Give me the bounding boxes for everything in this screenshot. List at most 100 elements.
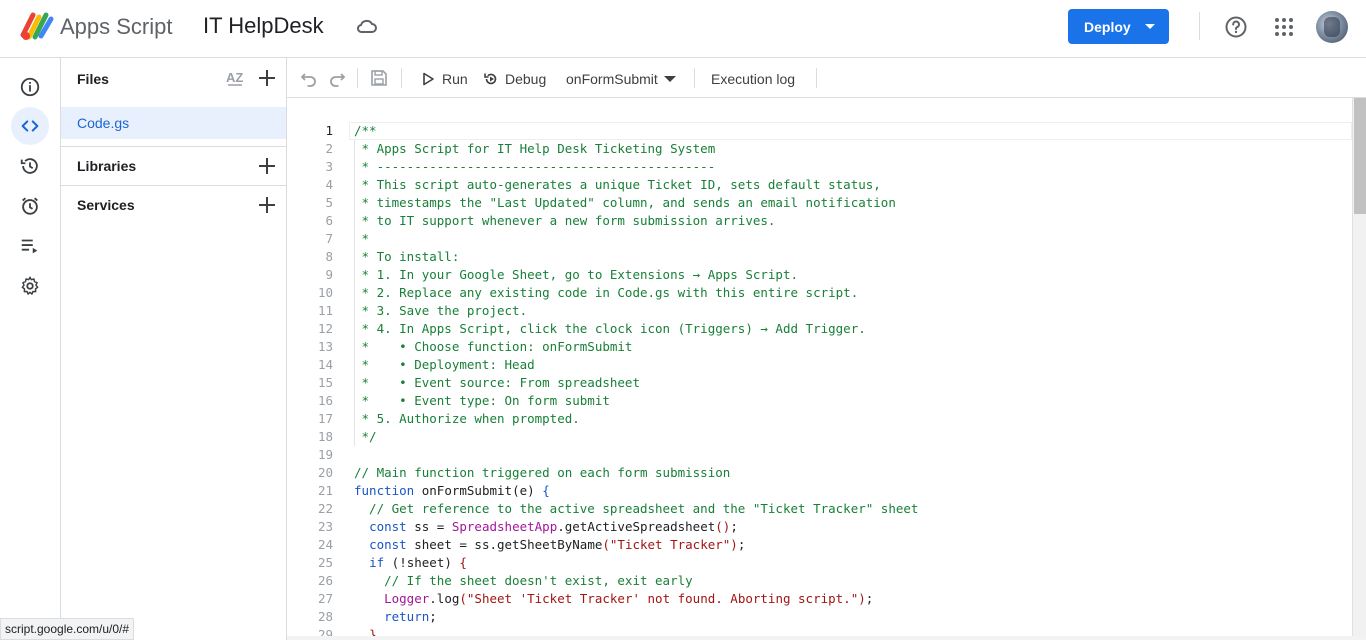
- code-token: SpreadsheetApp: [451, 519, 558, 534]
- code-token: sheet = ss.getSheetByName: [406, 537, 603, 552]
- editor-toolbar: Run Debug onFormSubmit Execution log: [287, 58, 1366, 98]
- code-token: // If the sheet doesn't exist, exit earl…: [354, 573, 693, 588]
- code-token: {: [459, 555, 467, 570]
- code-line[interactable]: * • Event type: On form submit: [354, 392, 1344, 410]
- code-token: * • Deployment: Head: [354, 357, 535, 372]
- top-header: Apps Script IT HelpDesk Deploy: [0, 0, 1366, 58]
- executions-list-icon[interactable]: [11, 227, 49, 265]
- line-number: 7: [325, 231, 333, 246]
- apps-grid-icon[interactable]: [1272, 15, 1296, 39]
- code-line[interactable]: * 1. In your Google Sheet, go to Extensi…: [354, 266, 1344, 284]
- code-token: * --------------------------------------…: [354, 159, 716, 174]
- line-number: 19: [317, 447, 333, 462]
- code-token: {: [542, 483, 550, 498]
- horizontal-scrollbar[interactable]: [287, 636, 1366, 640]
- code-line[interactable]: // If the sheet doesn't exist, exit earl…: [354, 572, 1344, 590]
- code-line[interactable]: * This script auto-generates a unique Ti…: [354, 176, 1344, 194]
- code-line[interactable]: [354, 446, 1344, 464]
- add-service-icon[interactable]: [257, 195, 277, 215]
- undo-icon[interactable]: [299, 68, 319, 88]
- debug-button[interactable]: Debug: [483, 69, 546, 89]
- files-header: Files AZ: [61, 58, 286, 98]
- code-line[interactable]: * Apps Script for IT Help Desk Ticketing…: [354, 140, 1344, 158]
- code-line[interactable]: return;: [354, 608, 1344, 626]
- code-line[interactable]: * • Choose function: onFormSubmit: [354, 338, 1344, 356]
- code-token: ;: [730, 519, 738, 534]
- code-line[interactable]: * 5. Authorize when prompted.: [354, 410, 1344, 428]
- code-line[interactable]: * • Deployment: Head: [354, 356, 1344, 374]
- avatar[interactable]: [1316, 11, 1348, 43]
- line-number: 6: [325, 213, 333, 228]
- line-number: 3: [325, 159, 333, 174]
- code-token: (: [384, 555, 400, 570]
- editor-code-icon[interactable]: [11, 107, 49, 145]
- project-name[interactable]: IT HelpDesk: [203, 13, 324, 39]
- line-number: 2: [325, 141, 333, 156]
- vertical-scrollbar[interactable]: [1352, 98, 1366, 640]
- line-number: 15: [317, 375, 333, 390]
- line-number: 24: [317, 537, 333, 552]
- line-number: 12: [317, 321, 333, 336]
- overview-info-icon[interactable]: [11, 68, 49, 106]
- history-icon[interactable]: [11, 147, 49, 185]
- sort-az-icon[interactable]: AZ: [225, 68, 245, 88]
- code-editor[interactable]: 1 2 3 4 5 6 7 8 9 10 11 12 13 14 15 16 17 18 19 20 21 22 23 24 2…: [287, 98, 1366, 640]
- save-icon[interactable]: [369, 68, 389, 88]
- line-number: 27: [317, 591, 333, 606]
- chevron-down-icon[interactable]: [1145, 24, 1155, 29]
- code-token: ;: [865, 591, 874, 606]
- code-line[interactable]: * 4. In Apps Script, click the clock ico…: [354, 320, 1344, 338]
- code-line[interactable]: *: [354, 230, 1344, 248]
- scrollbar-thumb[interactable]: [1354, 98, 1366, 214]
- line-number: 20: [317, 465, 333, 480]
- code-line[interactable]: */: [354, 428, 1344, 446]
- code-token: // Main function triggered on each form …: [354, 465, 731, 480]
- code-line[interactable]: /**: [354, 122, 1344, 140]
- settings-gear-icon[interactable]: [11, 267, 49, 305]
- triggers-clock-icon[interactable]: [11, 187, 49, 225]
- code-lines[interactable]: /** * Apps Script for IT Help Desk Ticke…: [354, 122, 1344, 640]
- code-line[interactable]: // Main function triggered on each form …: [354, 464, 1344, 482]
- code-line[interactable]: * --------------------------------------…: [354, 158, 1344, 176]
- code-token: * to IT support whenever a new form subm…: [354, 213, 776, 228]
- code-token: // Get reference to the active spreadshe…: [354, 501, 919, 516]
- code-token: ;: [429, 609, 437, 624]
- code-line[interactable]: Logger.log("Sheet 'Ticket Tracker' not f…: [354, 590, 1344, 608]
- code-line[interactable]: function onFormSubmit(e) {: [354, 482, 1344, 500]
- code-line[interactable]: * 2. Replace any existing code in Code.g…: [354, 284, 1344, 302]
- line-number: 1: [325, 123, 333, 138]
- apps-script-logo[interactable]: [20, 11, 54, 41]
- code-token: */: [354, 429, 377, 444]
- line-number: 23: [317, 519, 333, 534]
- code-line[interactable]: // Get reference to the active spreadshe…: [354, 500, 1344, 518]
- toolbar-divider: [816, 68, 817, 88]
- add-library-icon[interactable]: [257, 156, 277, 176]
- run-button[interactable]: Run: [420, 69, 468, 89]
- code-line[interactable]: * To install:: [354, 248, 1344, 266]
- deploy-button[interactable]: Deploy: [1068, 9, 1169, 44]
- libraries-section[interactable]: Libraries: [61, 146, 286, 185]
- services-section[interactable]: Services: [61, 185, 286, 224]
- redo-icon[interactable]: [327, 68, 347, 88]
- line-number: 14: [317, 357, 333, 372]
- code-line[interactable]: * 3. Save the project.: [354, 302, 1344, 320]
- code-token: * 5. Authorize when prompted.: [354, 411, 580, 426]
- code-token: if: [369, 555, 385, 570]
- execution-log-label: Execution log: [711, 71, 796, 87]
- code-line[interactable]: * • Event source: From spreadsheet: [354, 374, 1344, 392]
- execution-log-button[interactable]: Execution log: [711, 69, 795, 89]
- code-line[interactable]: const sheet = ss.getSheetByName("Ticket …: [354, 536, 1344, 554]
- function-select[interactable]: onFormSubmit: [566, 69, 676, 89]
- code-line[interactable]: const ss = SpreadsheetApp.getActiveSprea…: [354, 518, 1344, 536]
- code-line[interactable]: * to IT support whenever a new form subm…: [354, 212, 1344, 230]
- code-line[interactable]: if (!sheet) {: [354, 554, 1344, 572]
- add-file-icon[interactable]: [257, 68, 277, 88]
- code-token: .getActiveSpreadsheet: [557, 519, 716, 534]
- help-icon[interactable]: [1224, 15, 1248, 39]
- file-item-code-gs[interactable]: Code.gs: [61, 107, 286, 139]
- line-number: 16: [317, 393, 333, 408]
- code-line[interactable]: * timestamps the "Last Updated" column, …: [354, 194, 1344, 212]
- app-name: Apps Script: [60, 14, 173, 39]
